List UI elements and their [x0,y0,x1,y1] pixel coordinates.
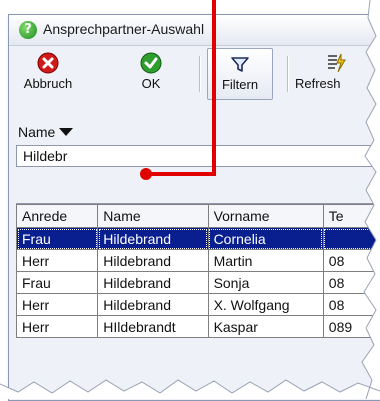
cell-vorname: Martin [208,250,323,272]
filter-field-label: Name [18,124,55,140]
annotation-line-horizontal [146,172,216,176]
chevron-down-icon [59,128,73,136]
ok-button[interactable]: OK [131,48,171,98]
column-header-telefon[interactable]: Te [323,205,380,228]
cell-anrede: Frau [17,228,98,250]
title-bar: ? Ansprechpartner-Auswahl [9,15,380,46]
cell-vorname: Kaspar [208,316,323,338]
table-row[interactable]: Herr HIldebrandt Kaspar 089 [17,316,380,338]
toolbar: Abbruch OK Filtern Refresh [9,46,380,102]
help-icon: ? [19,21,37,39]
toolbar-separator [287,56,289,92]
cell-name: HIldebrandt [98,316,208,338]
filter-panel: Name [16,120,380,188]
abbruch-button[interactable]: Abbruch [11,48,85,98]
toolbar-separator [199,56,201,92]
results-table: Anrede Name Vorname Te Frau Hildebrand C… [16,203,380,338]
cell-telefon: 089 [323,316,380,338]
cell-anrede: Herr [17,316,98,338]
cell-name: Hildebrand [98,250,208,272]
window-title: Ansprechpartner-Auswahl [43,21,204,37]
cell-name: Hildebrand [98,272,208,294]
annotation-line-vertical [212,0,216,176]
filtern-label: Filtern [222,77,258,92]
cell-vorname: X. Wolfgang [208,294,323,316]
cell-vorname: Cornelia [208,228,323,250]
cell-vorname: Sonja [208,272,323,294]
dialog-window: ? Ansprechpartner-Auswahl Abbruch OK Fil… [8,14,380,401]
refresh-button[interactable]: Refresh [295,48,379,98]
column-header-anrede[interactable]: Anrede [17,205,98,228]
abbruch-label: Abbruch [24,76,72,91]
column-header-name[interactable]: Name [98,205,208,228]
annotation-dot [140,168,152,180]
filter-field-selector[interactable]: Name [18,124,73,140]
name-search-input[interactable] [16,145,378,167]
cell-name: Hildebrand [98,294,208,316]
cell-telefon: 08 [323,272,380,294]
filter-funnel-icon [229,53,251,75]
cell-telefon: 08 [323,250,380,272]
table-header-row: Anrede Name Vorname Te [17,205,380,228]
cell-anrede: Herr [17,250,98,272]
cancel-icon [37,52,59,74]
cell-anrede: Herr [17,294,98,316]
table-row[interactable]: Herr Hildebrand Martin 08 [17,250,380,272]
refresh-label: Refresh [295,76,341,91]
cell-telefon: 08 [323,294,380,316]
table-row[interactable]: Frau Hildebrand Sonja 08 [17,272,380,294]
checkmark-icon [140,52,162,74]
table-row[interactable]: Frau Hildebrand Cornelia [17,228,380,250]
table-row[interactable]: Herr Hildebrand X. Wolfgang 08 [17,294,380,316]
ok-label: OK [142,76,161,91]
cell-telefon [323,228,380,250]
cell-name: Hildebrand [98,228,208,250]
filtern-button[interactable]: Filtern [207,48,273,100]
cell-anrede: Frau [17,272,98,294]
refresh-icon [325,52,347,74]
column-header-vorname[interactable]: Vorname [208,205,323,228]
